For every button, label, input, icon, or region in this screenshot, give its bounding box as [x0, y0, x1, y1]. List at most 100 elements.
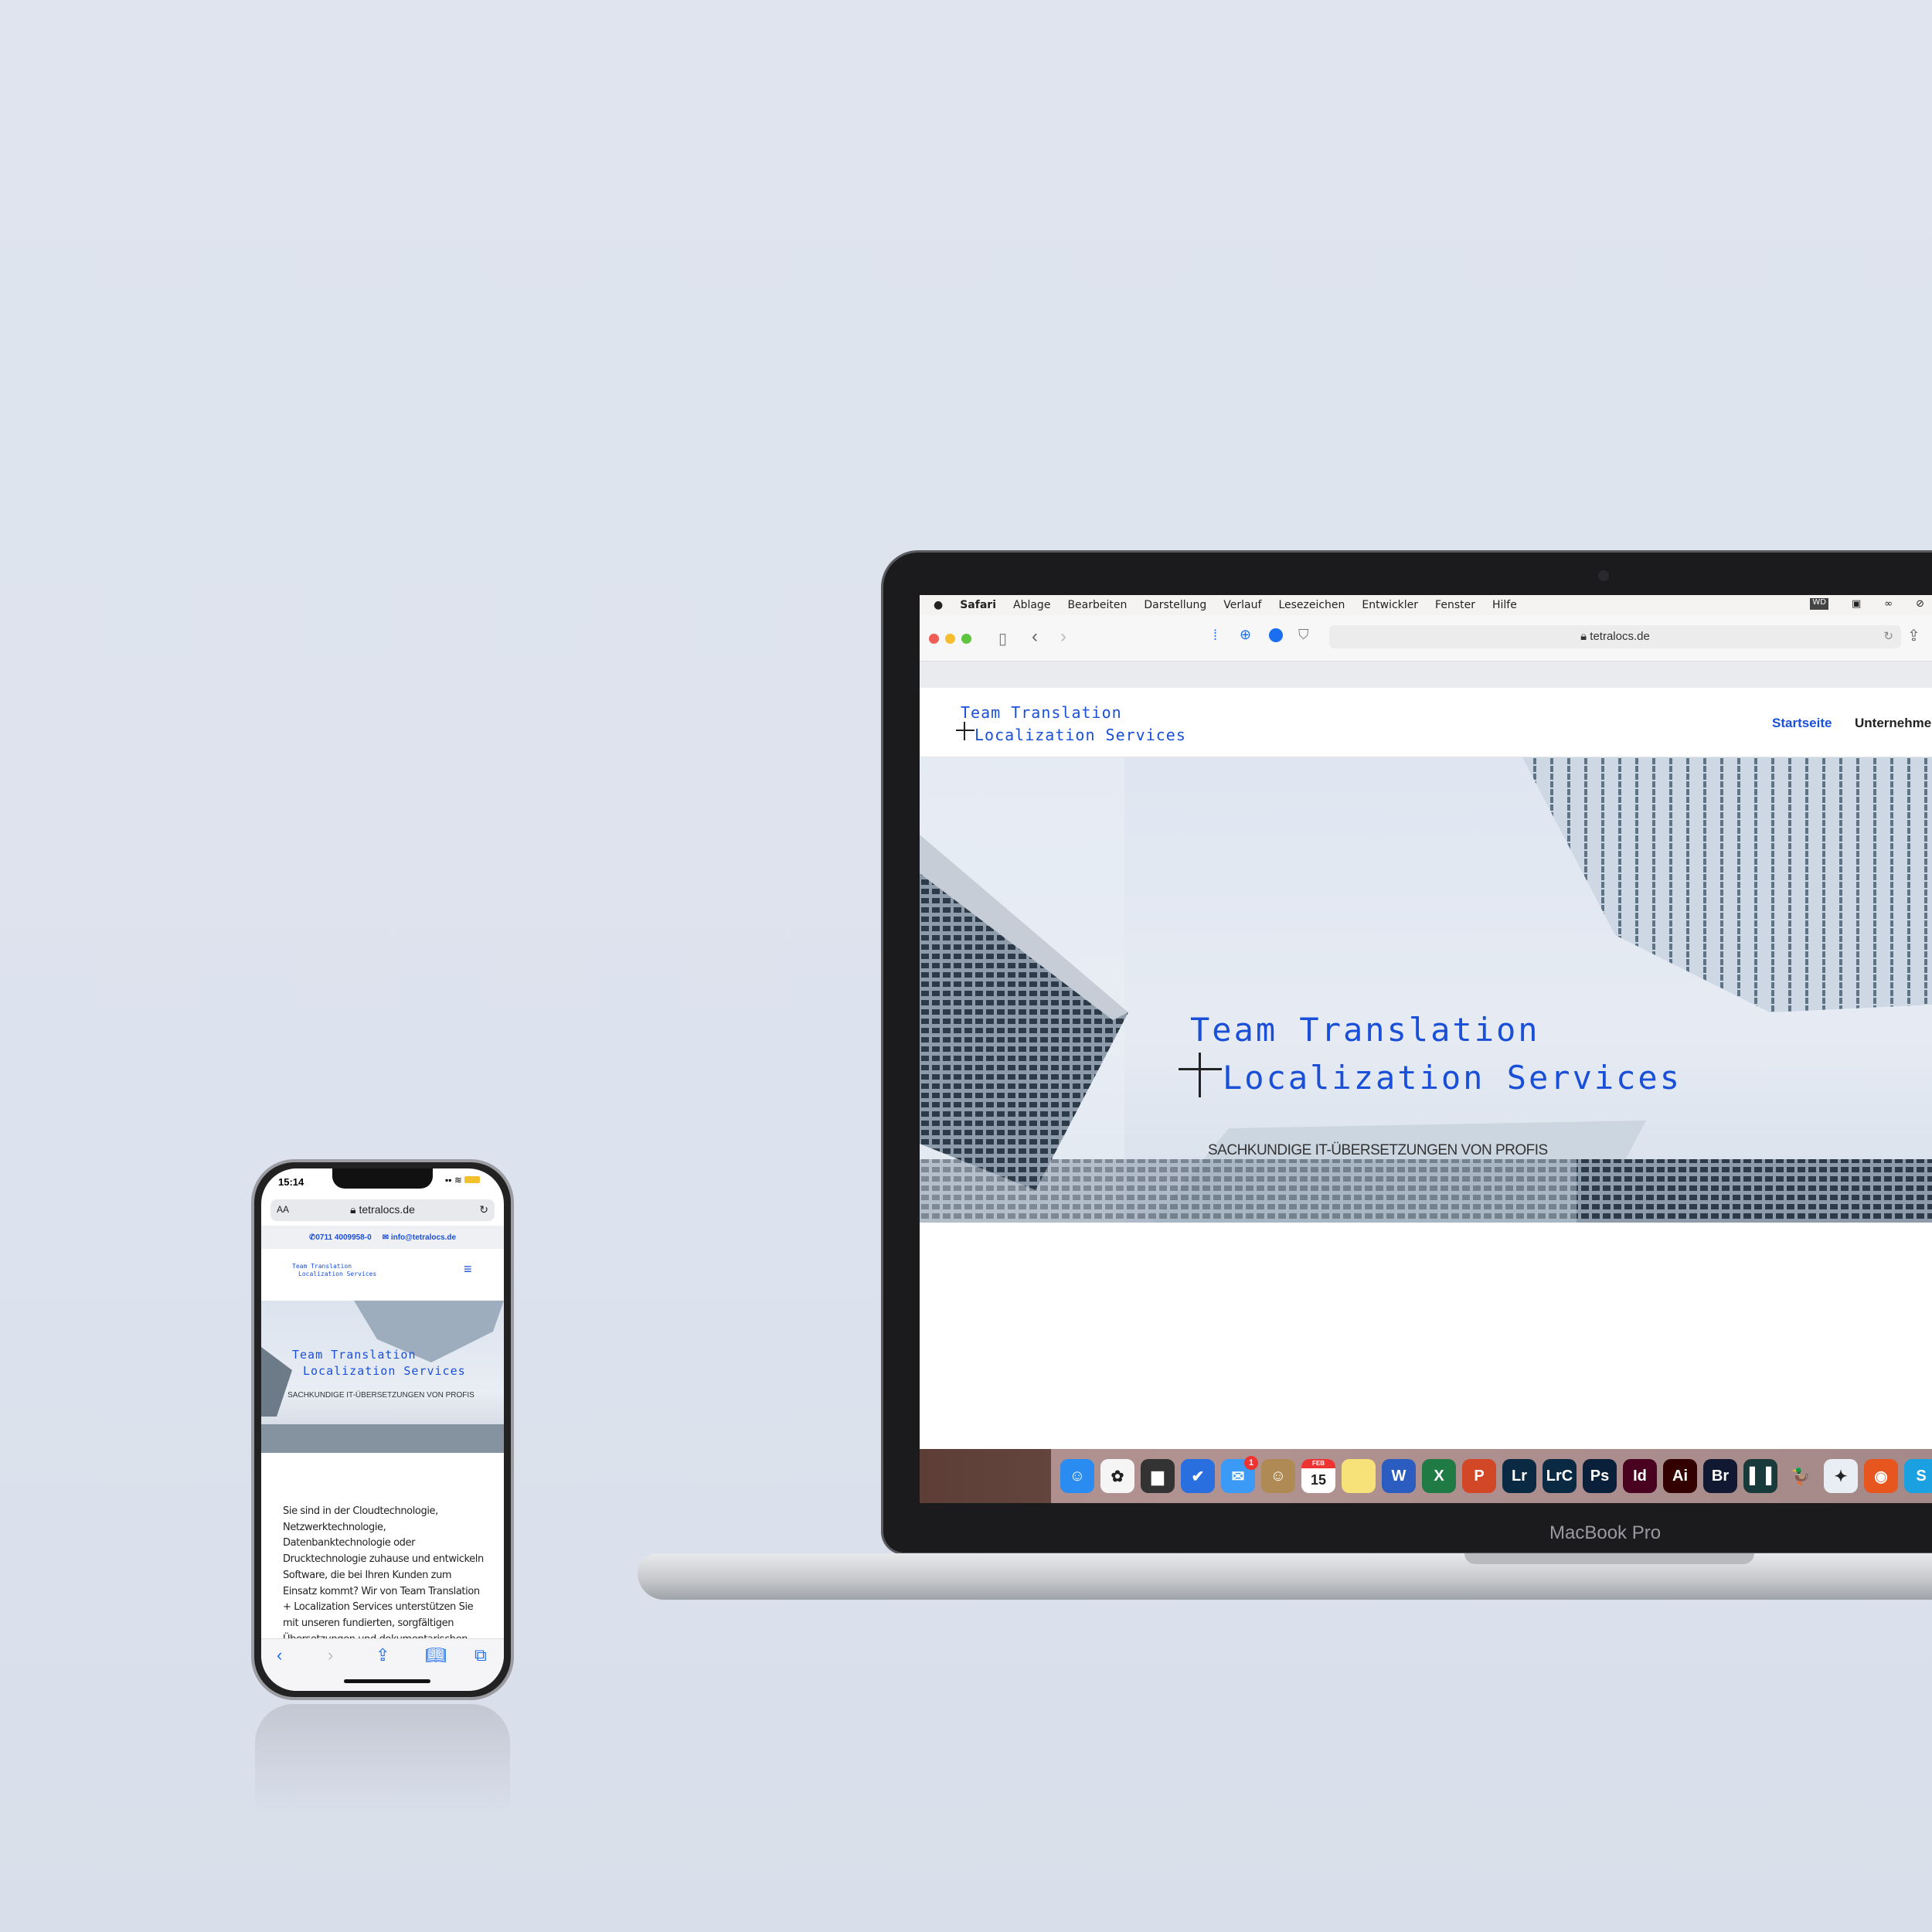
- wd-icon[interactable]: WD: [1810, 598, 1828, 610]
- tabs-icon[interactable]: ⧉: [474, 1645, 487, 1665]
- menu-entwickler[interactable]: Entwickler: [1362, 599, 1418, 611]
- dock-app-powerpoint[interactable]: P: [1462, 1459, 1496, 1493]
- nav-startseite[interactable]: Startseite: [1772, 716, 1832, 731]
- dock-app-printer[interactable]: ▆: [1141, 1459, 1175, 1493]
- close-button[interactable]: [929, 634, 939, 644]
- hamburger-menu-icon[interactable]: ≡: [464, 1262, 478, 1276]
- dock-app-safari[interactable]: ✦: [1824, 1459, 1858, 1493]
- dock-app-calendar[interactable]: 15 FEB: [1301, 1459, 1335, 1493]
- phone-notch: [332, 1168, 433, 1189]
- menu-hilfe[interactable]: Hilfe: [1492, 599, 1517, 611]
- laptop-opening-notch: [1464, 1553, 1754, 1564]
- hero-title-line1: Team Translation: [292, 1348, 417, 1362]
- menu-lesezeichen[interactable]: Lesezeichen: [1278, 599, 1345, 611]
- dock-app-firefox[interactable]: ◉: [1864, 1459, 1898, 1493]
- dock-app-cyberduck[interactable]: 🦆: [1784, 1459, 1818, 1493]
- intro-paragraph: Sie sind in der Cloudtechnologie, Netzwe…: [283, 1505, 484, 1645]
- dock-app-label: 🦆: [1791, 1468, 1811, 1485]
- dock-app-mail[interactable]: ✉ 1: [1221, 1456, 1258, 1493]
- bookmarks-icon[interactable]: 📖︎: [425, 1645, 447, 1665]
- phone-address-bar[interactable]: AA 🔒︎ tetralocs.de ↻: [270, 1199, 495, 1221]
- camera: [1598, 570, 1609, 581]
- apple-icon[interactable]: ●: [934, 599, 943, 611]
- address-bar[interactable]: 🔒︎ tetralocs.de ↻: [1329, 625, 1901, 648]
- site-logo[interactable]: Team Translation Localization Services: [956, 702, 1186, 747]
- menu-ablage[interactable]: Ablage: [1013, 599, 1050, 611]
- forward-icon[interactable]: ›: [328, 1645, 333, 1665]
- dock-app-label: ◉: [1874, 1468, 1888, 1485]
- menu-bearbeiten[interactable]: Bearbeiten: [1067, 599, 1127, 611]
- dock-app-lightroom[interactable]: Lr: [1502, 1459, 1536, 1493]
- privacy-shield-icon[interactable]: ⛉: [1298, 627, 1309, 643]
- dock: ☺ ✿ ▆ ✔ ✉ 1 ☺ 15 FEB W X P Lr LrC Ps Id Ai Br ▌▐ 🦆 ✦ ◉ S: [1051, 1449, 1932, 1503]
- dock-app-label: Lr: [1512, 1467, 1527, 1485]
- dock-app-photoshop[interactable]: Ps: [1583, 1459, 1617, 1493]
- logo-line2: Localization Services: [975, 726, 1186, 744]
- hero-title-line2: Localization Services: [1223, 1059, 1682, 1097]
- dock-app-label: X: [1434, 1467, 1444, 1485]
- logo-line2: Localization Services: [298, 1270, 377, 1277]
- info-icon[interactable]: [1269, 628, 1283, 642]
- phone-link[interactable]: ✆0711 4009958-0: [309, 1233, 372, 1242]
- share-icon[interactable]: ⇪: [376, 1645, 389, 1665]
- phone-hero-subtitle: SACHKUNDIGE IT-ÜBERSETZUNGEN VON PROFIS: [287, 1391, 474, 1400]
- dock-app-photos[interactable]: ✿: [1100, 1459, 1134, 1493]
- menu-safari[interactable]: Safari: [960, 599, 996, 611]
- reload-icon[interactable]: ↻: [1883, 625, 1893, 648]
- menu-darstellung[interactable]: Darstellung: [1144, 599, 1206, 611]
- dock-app-label: W: [1391, 1467, 1406, 1485]
- site-header: Team Translation Localization Services S…: [920, 688, 1932, 757]
- zoom-button[interactable]: [961, 634, 971, 644]
- back-icon[interactable]: ‹: [1032, 626, 1038, 648]
- sidebar-icon[interactable]: ▯: [998, 629, 1007, 648]
- dock-app-label: ☺: [1069, 1467, 1086, 1485]
- signal-icon: ▪▪: [445, 1175, 452, 1185]
- bridge-icon[interactable]: ▣: [1852, 598, 1861, 610]
- hero-title-line2: Localization Services: [303, 1364, 466, 1378]
- target-icon[interactable]: ⊕: [1240, 627, 1251, 643]
- dock-app-todo[interactable]: ✔: [1181, 1459, 1215, 1493]
- hero-section: Team Translation Localization Services S…: [920, 757, 1932, 1223]
- dock-app-indesign[interactable]: Id: [1623, 1459, 1657, 1493]
- extension-icon[interactable]: ⁞: [1213, 628, 1217, 644]
- dock-app-label: ☺: [1270, 1467, 1287, 1485]
- phone-site-logo[interactable]: Team Translation Localization Services: [292, 1263, 376, 1278]
- laptop-screen: ● Safari Ablage Bearbeiten Darstellung V…: [920, 595, 1932, 1503]
- dock-app-illustrator[interactable]: Ai: [1663, 1459, 1697, 1493]
- nav-unternehmen[interactable]: Unternehme: [1855, 716, 1931, 731]
- menu-verlauf[interactable]: Verlauf: [1223, 599, 1261, 611]
- minimize-button[interactable]: [945, 634, 955, 644]
- shield-icon[interactable]: ⊘: [1916, 598, 1924, 610]
- back-icon[interactable]: ‹: [277, 1645, 282, 1665]
- logo-cross: [964, 722, 965, 740]
- wifi-icon: ≋: [454, 1175, 462, 1185]
- logo-line1: Team Translation: [292, 1263, 352, 1270]
- reload-icon[interactable]: ↻: [479, 1203, 488, 1216]
- phone-url: 🔒︎ tetralocs.de: [270, 1203, 495, 1216]
- dock-app-label: Ps: [1590, 1467, 1610, 1485]
- dock-app-dash[interactable]: ▌▐: [1743, 1459, 1777, 1493]
- dock-app-label: S: [1916, 1467, 1927, 1485]
- dock-app-label: Ai: [1672, 1467, 1688, 1485]
- dock-app-lightroom-classic[interactable]: LrC: [1543, 1459, 1577, 1493]
- phone-hero-title: Team Translation Localization Services: [292, 1347, 466, 1379]
- status-time: 15:14: [278, 1176, 304, 1188]
- share-icon[interactable]: ⇪: [1907, 626, 1920, 645]
- dock-app-label: Id: [1633, 1467, 1647, 1485]
- dock-app-notes[interactable]: [1342, 1459, 1376, 1493]
- forward-icon[interactable]: ›: [1060, 626, 1066, 648]
- email-link[interactable]: ✉ info@tetralocs.de: [383, 1233, 456, 1242]
- dock-app-word[interactable]: W: [1382, 1459, 1416, 1493]
- creative-cloud-icon[interactable]: ∞: [1884, 598, 1893, 610]
- dock-app-excel[interactable]: X: [1422, 1459, 1456, 1493]
- dock-app-bridge[interactable]: Br: [1703, 1459, 1737, 1493]
- phone-number: 0711 4009958-0: [315, 1233, 372, 1242]
- status-icons: ▪▪ ≋: [445, 1175, 481, 1185]
- menu-fenster[interactable]: Fenster: [1435, 599, 1475, 611]
- dock-app-contacts[interactable]: ☺: [1261, 1459, 1295, 1493]
- logo-line1: Team Translation: [961, 703, 1122, 722]
- calendar-month: FEB: [1301, 1459, 1335, 1468]
- dock-app-label: Br: [1711, 1467, 1730, 1485]
- dock-app-skype[interactable]: S: [1904, 1459, 1932, 1493]
- dock-app-finder[interactable]: ☺: [1060, 1459, 1094, 1493]
